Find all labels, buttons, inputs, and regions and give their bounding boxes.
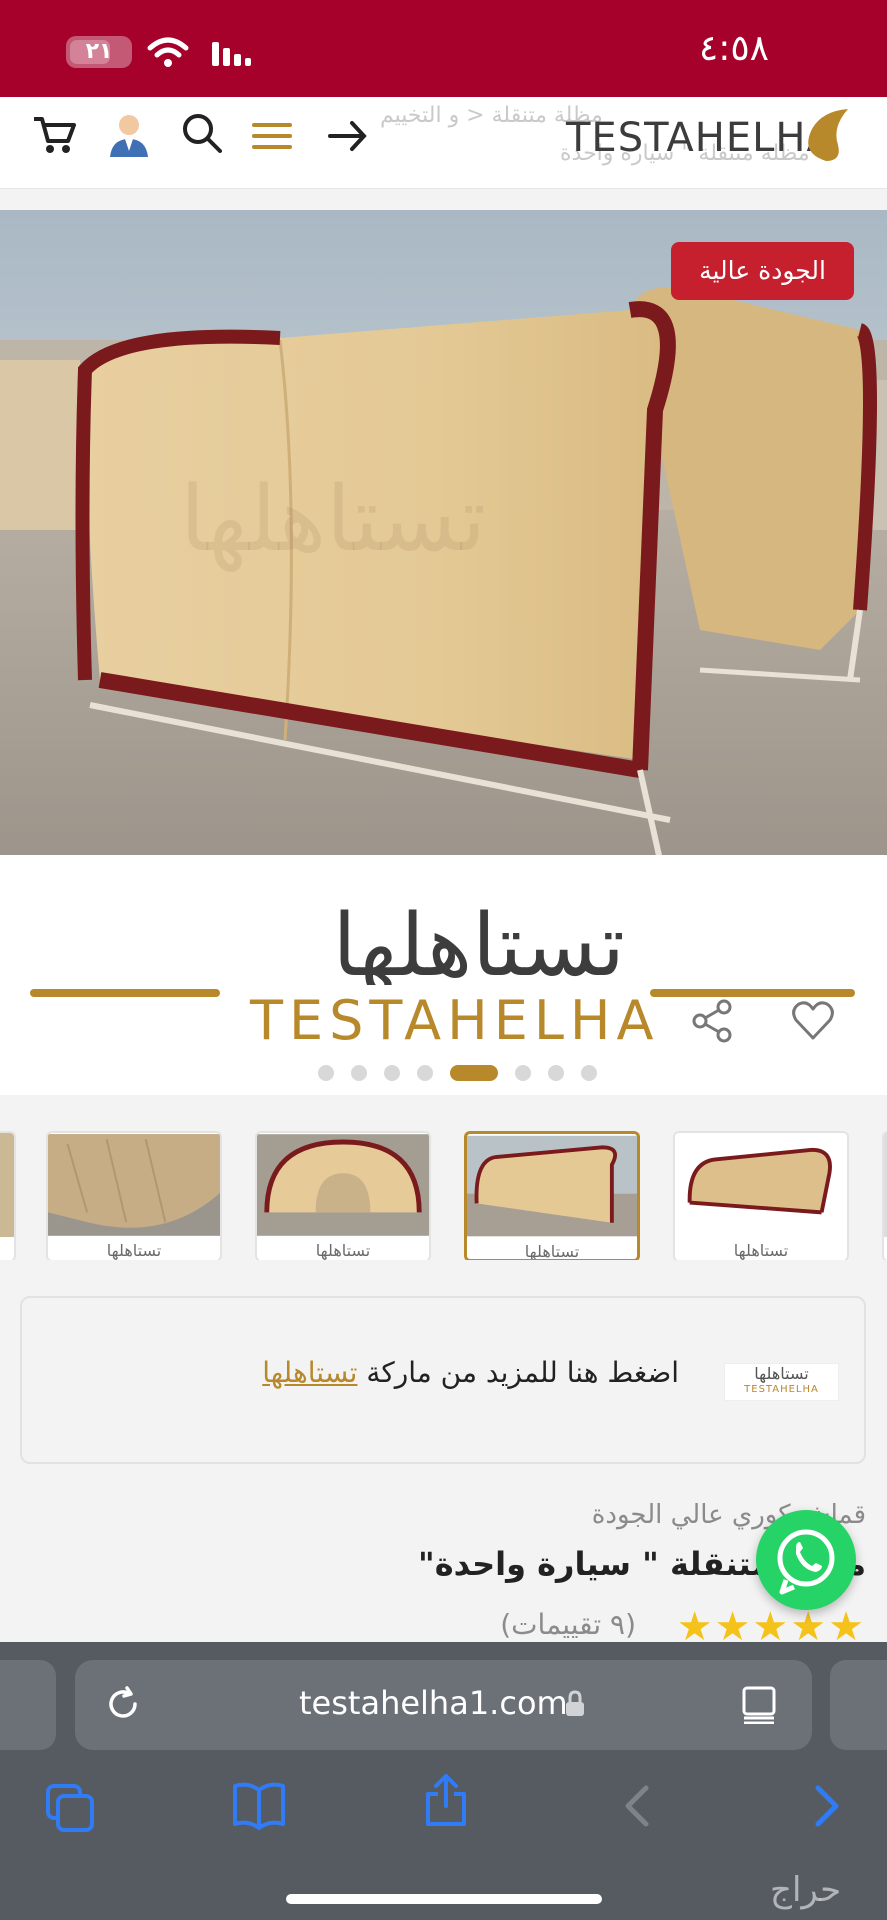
svg-text:تستاهلها: تستاهلها — [180, 467, 486, 572]
home-indicator[interactable] — [286, 1894, 602, 1904]
slide-dot[interactable] — [515, 1065, 531, 1081]
brand-banner: تستاهلها TESTAHELHA — [0, 855, 887, 1095]
share-icon[interactable] — [690, 998, 736, 1044]
watermark: حراج — [770, 1870, 842, 1910]
slide-dot-active[interactable] — [450, 1065, 498, 1081]
lock-icon — [566, 1690, 584, 1716]
slide-dot[interactable] — [384, 1065, 400, 1081]
thumbnail-caption: تستاهلها — [524, 1242, 580, 1260]
brand-latin-logo: TESTAHELHA — [250, 989, 660, 1052]
cart-icon[interactable] — [30, 111, 80, 161]
user-avatar-icon[interactable] — [104, 111, 154, 161]
reader-mode-icon[interactable] — [741, 1686, 777, 1724]
menu-icon[interactable] — [248, 111, 298, 161]
quality-badge: الجودة عالية — [671, 242, 854, 300]
thumbnail[interactable] — [0, 1131, 16, 1260]
wifi-icon — [147, 37, 189, 67]
site-logo[interactable]: TESTAHELHA — [566, 105, 866, 175]
gold-divider-right — [650, 989, 855, 997]
thumbnail-image — [675, 1134, 847, 1236]
thumbnail[interactable]: تستاهلها — [46, 1131, 222, 1260]
brand-arabic-logo: تستاهلها — [333, 896, 625, 985]
status-bar: ٤:٥٨ ٢١ — [0, 0, 887, 97]
slide-dot[interactable] — [548, 1065, 564, 1081]
url-text: testahelha1.com — [299, 1684, 568, 1722]
back-arrow-icon[interactable] — [322, 111, 372, 161]
slide-dot[interactable] — [318, 1065, 334, 1081]
thumbnail-caption: تستاهلها — [315, 1241, 371, 1260]
tent-photo: تستاهلها — [0, 210, 887, 855]
thumbnail-image — [467, 1135, 637, 1237]
product-hero-image[interactable]: تستاهلها الجودة عالية — [0, 210, 887, 855]
search-icon[interactable] — [178, 111, 228, 161]
status-time: ٤:٥٨ — [698, 28, 769, 69]
thumbnail-image — [48, 1134, 220, 1236]
address-bar[interactable]: testahelha1.com — [75, 1660, 812, 1750]
thumbnail-strip: تستاهلها تستاهلها تستاهلها تستاهلها — [0, 1110, 887, 1260]
favorite-heart-icon[interactable] — [790, 998, 836, 1044]
thumbnail[interactable] — [882, 1131, 887, 1260]
whatsapp-button[interactable] — [756, 1510, 856, 1610]
brand-logo-small: تستاهلها TESTAHELHA — [724, 1363, 839, 1401]
gold-divider-left — [30, 989, 220, 997]
logo-mark-icon — [808, 109, 848, 161]
slide-dot[interactable] — [417, 1065, 433, 1081]
battery-level: ٢١ — [85, 39, 113, 64]
bookmarks-icon[interactable] — [232, 1782, 286, 1830]
whatsapp-icon — [777, 1529, 835, 1595]
slide-dot[interactable] — [351, 1065, 367, 1081]
thumbnail-active[interactable]: تستاهلها — [464, 1131, 640, 1260]
previous-tab-preview[interactable] — [0, 1660, 56, 1750]
back-icon[interactable] — [620, 1782, 652, 1830]
thumbnail-image — [257, 1134, 429, 1236]
brand-link-text[interactable]: اضغط هنا للمزيد من ماركة تستاهلها — [262, 1356, 679, 1389]
site-header: مظلة متنقلة < و التخييم مظلة متنقلة " سي… — [0, 97, 887, 189]
thumbnail-caption: تستاهلها — [733, 1241, 789, 1260]
browser-toolbar: testahelha1.com — [0, 1642, 887, 1920]
thumbnail-caption: تستاهلها — [106, 1241, 162, 1260]
brand-link[interactable]: تستاهلها — [262, 1356, 357, 1389]
signal-icon — [212, 42, 251, 66]
share-sheet-icon[interactable] — [424, 1772, 468, 1828]
rating-count[interactable]: (٩ تقييمات) — [500, 1608, 636, 1641]
next-tab-preview[interactable] — [830, 1660, 887, 1750]
thumbnail[interactable]: تستاهلها — [673, 1131, 849, 1260]
svg-text:تستاهلها: تستاهلها — [333, 896, 625, 985]
logo-latin-text: TESTAHELHA — [566, 115, 835, 161]
slide-dot[interactable] — [581, 1065, 597, 1081]
reload-icon[interactable] — [103, 1684, 143, 1724]
forward-icon[interactable] — [812, 1782, 844, 1830]
battery-icon: ٢١ — [66, 36, 132, 68]
thumbnail[interactable]: تستاهلها — [255, 1131, 431, 1260]
tabs-icon[interactable] — [44, 1782, 96, 1834]
brand-link-box[interactable]: اضغط هنا للمزيد من ماركة تستاهلها تستاهل… — [20, 1296, 866, 1464]
